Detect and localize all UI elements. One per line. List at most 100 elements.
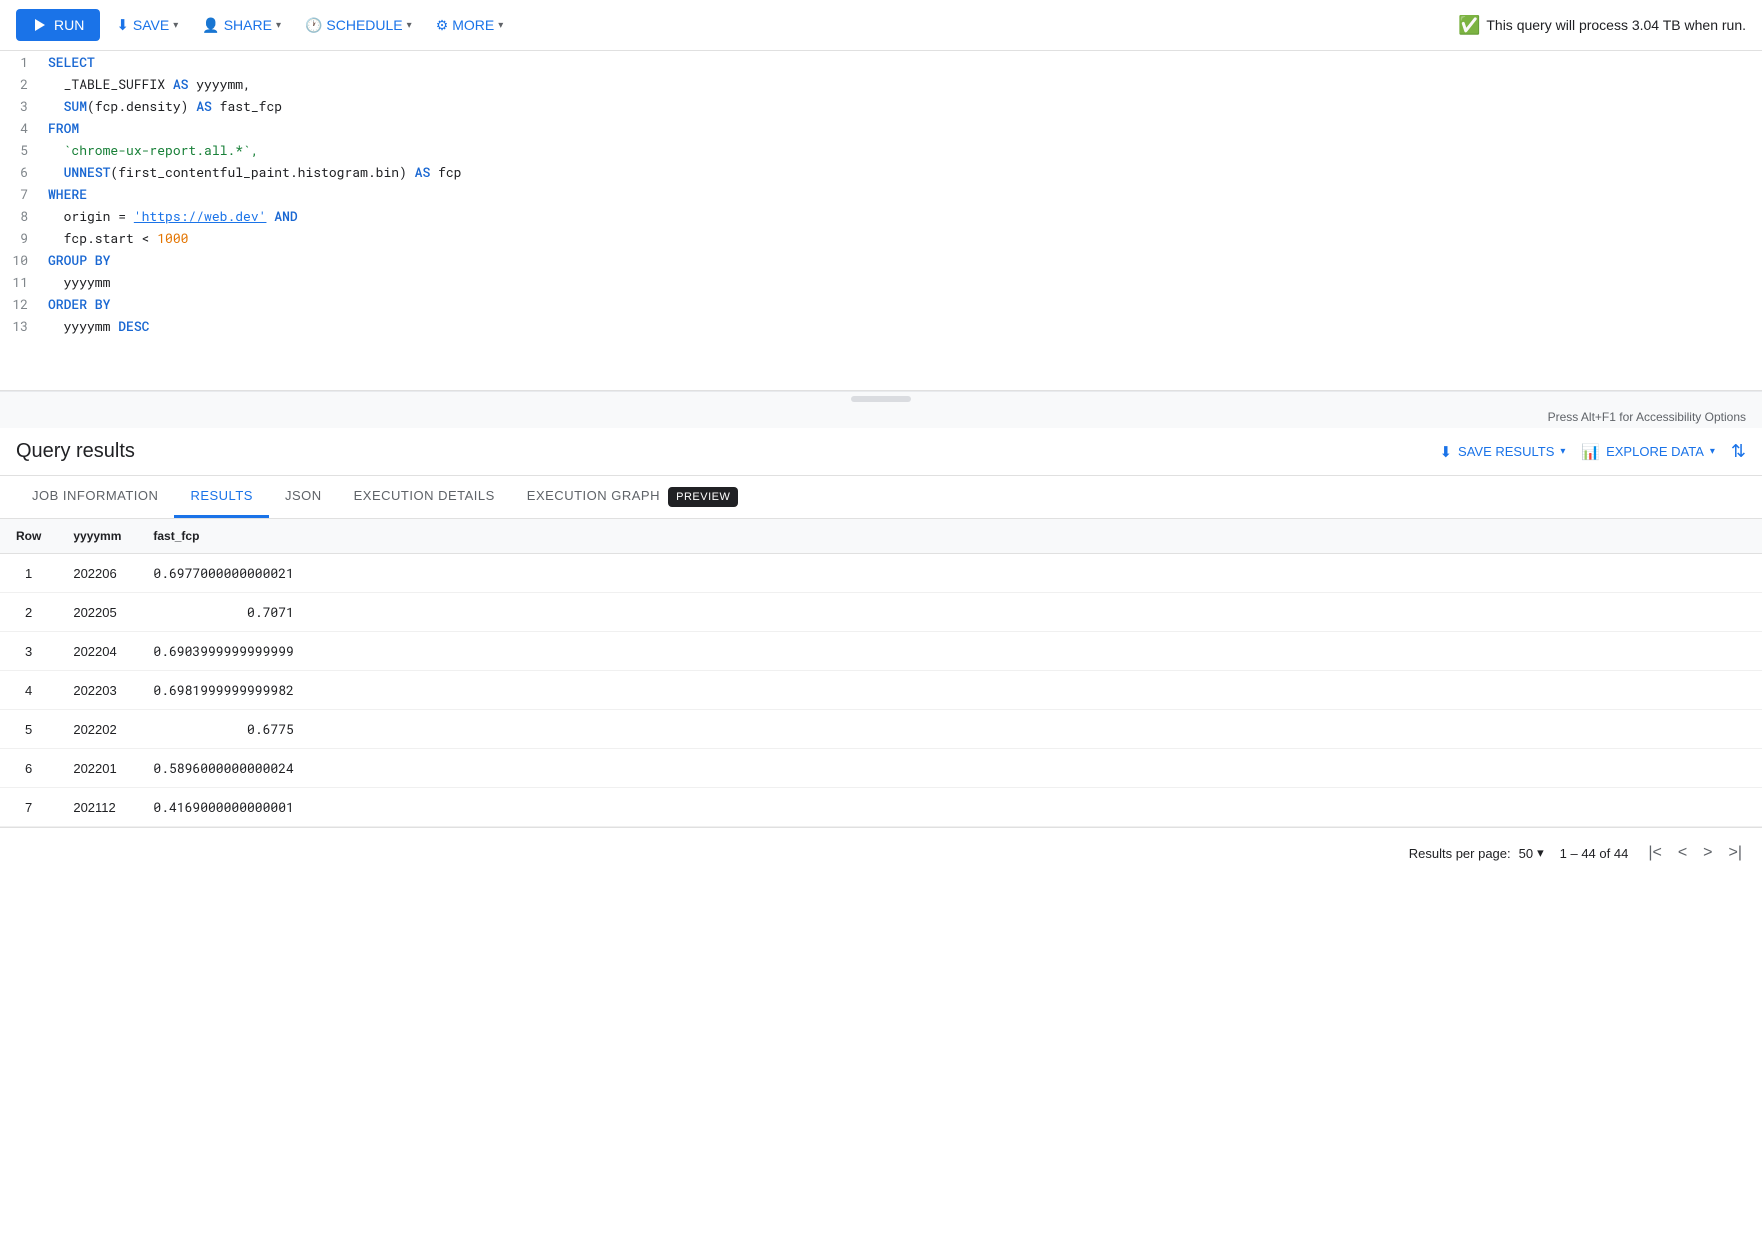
per-page-value: 50 [1519,846,1533,861]
line-number: 1 [0,51,40,73]
save-results-icon: ⬇ [1439,443,1452,461]
save-caret: ▾ [173,20,178,31]
more-button[interactable]: ⚙ MORE ▾ [428,9,512,42]
code-token: fast_fcp [212,97,282,115]
code-line-5: 5 `chrome-ux-report.all.*`, [0,139,1762,161]
play-icon [32,17,48,33]
code-line-11: 11 yyyymm [0,271,1762,293]
line-content[interactable]: ORDER BY [48,293,1762,315]
sql-editor[interactable]: 1SELECT2 _TABLE_SUFFIX AS yyyymm,3 SUM(f… [0,51,1762,391]
cell-empty [310,632,1762,671]
editor-scrollbar[interactable] [0,391,1762,406]
line-content[interactable]: fcp.start < 1000 [48,227,1762,249]
tab-execution-graph[interactable]: EXECUTION GRAPH PREVIEW [511,476,755,518]
cell-fast-fcp: 0.6977000000000021 [137,554,309,593]
line-number: 7 [0,183,40,205]
line-number: 2 [0,73,40,95]
line-content[interactable]: SELECT [48,51,1762,73]
table-row: 42022030.6981999999999982 [0,671,1762,710]
code-line-6: 6 UNNEST(first_contentful_paint.histogra… [0,161,1762,183]
first-page-button[interactable]: |< [1644,840,1666,866]
code-token: SELECT [48,53,95,71]
line-number: 4 [0,117,40,139]
code-token: fcp [430,163,461,181]
cell-fast-fcp: 0.7071 [137,593,309,632]
schedule-button[interactable]: 🕐 SCHEDULE ▾ [297,9,420,42]
code-line-1: 1 SELECT [0,51,1762,73]
cell-empty [310,593,1762,632]
line-number: 12 [0,293,40,315]
table-row: 62022010.5896000000000024 [0,749,1762,788]
more-caret: ▾ [498,20,503,31]
code-line-4: 4 FROM [0,117,1762,139]
code-token: 'https://web.dev' [134,207,267,225]
line-content[interactable]: yyyymm DESC [48,315,1762,337]
last-page-button[interactable]: >| [1725,840,1747,866]
cell-empty [310,554,1762,593]
code-token: ORDER BY [48,295,110,313]
line-content[interactable]: SUM(fcp.density) AS fast_fcp [48,95,1762,117]
line-content[interactable]: origin = 'https://web.dev' AND [48,205,1762,227]
code-token: origin = [48,207,134,225]
table-header: Row yyyymm fast_fcp [0,519,1762,554]
save-results-button[interactable]: ⬇ SAVE RESULTS ▾ [1439,443,1565,461]
cell-row-num: 3 [0,632,57,671]
collapse-button[interactable]: ⇅ [1731,441,1746,462]
query-info-text: This query will process 3.04 TB when run… [1486,17,1746,33]
line-number: 5 [0,139,40,161]
save-button[interactable]: ⬇ SAVE ▾ [108,8,186,42]
code-token: _TABLE_SUFFIX [48,75,173,93]
line-number: 10 [0,249,40,271]
page-nav: |< < > >| [1644,840,1746,866]
table-row: 22022050.7071 [0,593,1762,632]
code-token: SUM [64,97,87,115]
table-row: 32022040.6903999999999999 [0,632,1762,671]
cell-yyyymm: 202201 [57,749,137,788]
tab-job-information[interactable]: JOB INFORMATION [16,476,174,518]
results-actions: ⬇ SAVE RESULTS ▾ 📊 EXPLORE DATA ▾ ⇅ [1439,441,1746,462]
line-number: 9 [0,227,40,249]
explore-data-button[interactable]: 📊 EXPLORE DATA ▾ [1581,443,1715,461]
cell-fast-fcp: 0.6775 [137,710,309,749]
cell-yyyymm: 202206 [57,554,137,593]
results-title: Query results [16,440,1439,463]
code-token [48,97,64,115]
code-token: yyyymm, [188,75,250,93]
code-line-9: 9 fcp.start < 1000 [0,227,1762,249]
tab-json[interactable]: JSON [269,476,338,518]
more-label: MORE [452,17,494,33]
cell-row-num: 7 [0,788,57,827]
results-table: Row yyyymm fast_fcp 12022060.69770000000… [0,519,1762,827]
line-content[interactable]: WHERE [48,183,1762,205]
line-number: 11 [0,271,40,293]
line-content[interactable]: `chrome-ux-report.all.*`, [48,139,1762,161]
tab-execution-details[interactable]: EXECUTION DETAILS [338,476,511,518]
line-content[interactable]: UNNEST(first_contentful_paint.histogram.… [48,161,1762,183]
next-page-button[interactable]: > [1699,840,1716,866]
results-table-wrap: Row yyyymm fast_fcp 12022060.69770000000… [0,519,1762,827]
line-content[interactable]: FROM [48,117,1762,139]
share-button[interactable]: 👤 SHARE ▾ [194,9,289,42]
line-content[interactable]: GROUP BY [48,249,1762,271]
col-header-fast-fcp: fast_fcp [137,519,309,554]
col-header-row: Row [0,519,57,554]
run-button[interactable]: RUN [16,9,100,41]
code-token: yyyymm [48,273,110,291]
prev-page-button[interactable]: < [1674,840,1691,866]
per-page-select[interactable]: 50 ▾ [1519,845,1544,861]
tabs-bar: JOB INFORMATION RESULTS JSON EXECUTION D… [0,476,1762,519]
share-label: SHARE [224,17,272,33]
code-token: `chrome-ux-report.all.*`, [48,141,259,159]
table-row: 12022060.6977000000000021 [0,554,1762,593]
cell-empty [310,671,1762,710]
toolbar: RUN ⬇ SAVE ▾ 👤 SHARE ▾ 🕐 SCHEDULE ▾ ⚙ MO… [0,0,1762,51]
code-token: yyyymm [48,317,118,335]
schedule-icon: 🕐 [305,17,322,34]
code-token: fcp.start < [48,229,157,247]
tab-results[interactable]: RESULTS [174,476,269,518]
line-content[interactable]: _TABLE_SUFFIX AS yyyymm, [48,73,1762,95]
check-circle-icon: ✅ [1458,15,1480,36]
cell-yyyymm: 202204 [57,632,137,671]
cell-yyyymm: 202202 [57,710,137,749]
line-content[interactable]: yyyymm [48,271,1762,293]
